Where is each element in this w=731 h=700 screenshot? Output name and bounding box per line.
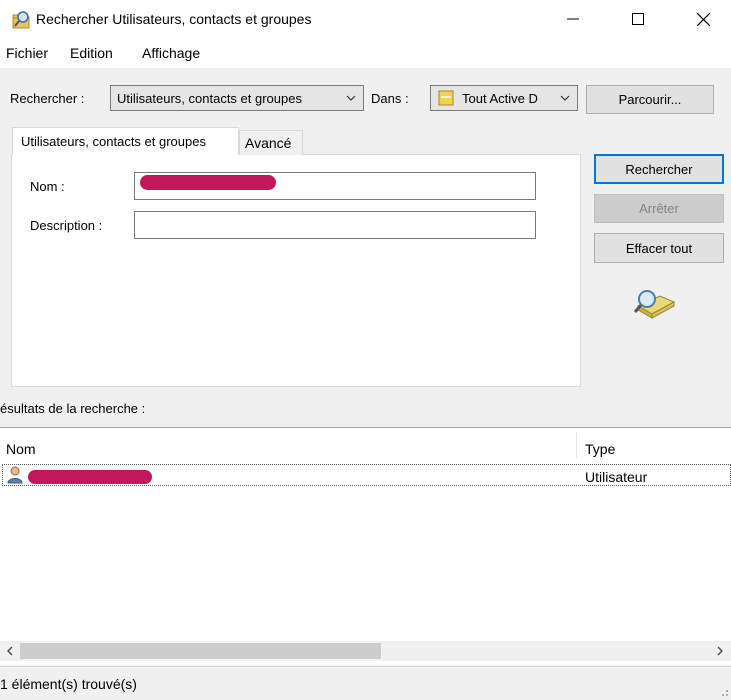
tab-users-contacts-groups[interactable]: Utilisateurs, contacts et groupes	[12, 127, 239, 155]
search-button[interactable]: Rechercher	[594, 154, 724, 184]
tab-advanced[interactable]: Avancé	[239, 130, 303, 155]
clear-all-button[interactable]: Effacer tout	[594, 233, 724, 263]
name-label: Nom :	[30, 179, 65, 194]
redacted-user-name	[28, 470, 152, 484]
search-directory-icon	[10, 9, 32, 31]
scope-value: Tout Active D	[462, 91, 538, 106]
menu-affichage[interactable]: Affichage	[142, 45, 200, 61]
close-icon	[696, 12, 710, 26]
description-label: Description :	[30, 218, 103, 233]
directory-folder-icon	[438, 90, 454, 106]
column-header-type[interactable]: Type	[585, 441, 615, 457]
chevron-down-icon	[346, 95, 356, 101]
results-label: ésultats de la recherche :	[0, 401, 146, 416]
search-type-label: Rechercher :	[10, 91, 85, 106]
minimize-icon	[567, 18, 579, 20]
stop-button[interactable]: Arrêter	[594, 194, 724, 223]
window-title: Rechercher Utilisateurs, contacts et gro…	[36, 11, 312, 27]
row-type-cell: Utilisateur	[585, 469, 648, 485]
menu-edition[interactable]: Edition	[70, 45, 113, 61]
column-header-nom[interactable]: Nom	[6, 441, 36, 457]
status-text: 1 élément(s) trouvé(s)	[0, 676, 137, 692]
close-button[interactable]	[680, 0, 726, 38]
scroll-left-button[interactable]	[2, 643, 18, 659]
magnifier-folder-icon	[630, 286, 678, 322]
resize-grip-icon[interactable]	[719, 685, 729, 696]
scrollbar-thumb[interactable]	[20, 643, 381, 659]
minimize-button[interactable]	[550, 0, 596, 38]
results-list[interactable]	[0, 427, 731, 665]
redacted-name-value	[140, 175, 276, 190]
search-type-value: Utilisateurs, contacts et groupes	[117, 90, 302, 106]
scope-label: Dans :	[371, 91, 409, 106]
user-icon	[7, 466, 23, 484]
browse-button[interactable]: Parcourir...	[586, 85, 714, 114]
chevron-right-icon	[717, 646, 723, 656]
chevron-left-icon	[7, 646, 13, 656]
maximize-button[interactable]	[615, 0, 661, 38]
description-input[interactable]	[134, 211, 536, 239]
maximize-icon	[632, 13, 644, 25]
scroll-right-button[interactable]	[712, 643, 728, 659]
chevron-down-icon	[560, 95, 570, 101]
column-separator[interactable]	[576, 432, 577, 458]
menu-fichier[interactable]: Fichier	[6, 45, 48, 61]
search-type-dropdown[interactable]: Utilisateurs, contacts et groupes	[110, 85, 364, 111]
